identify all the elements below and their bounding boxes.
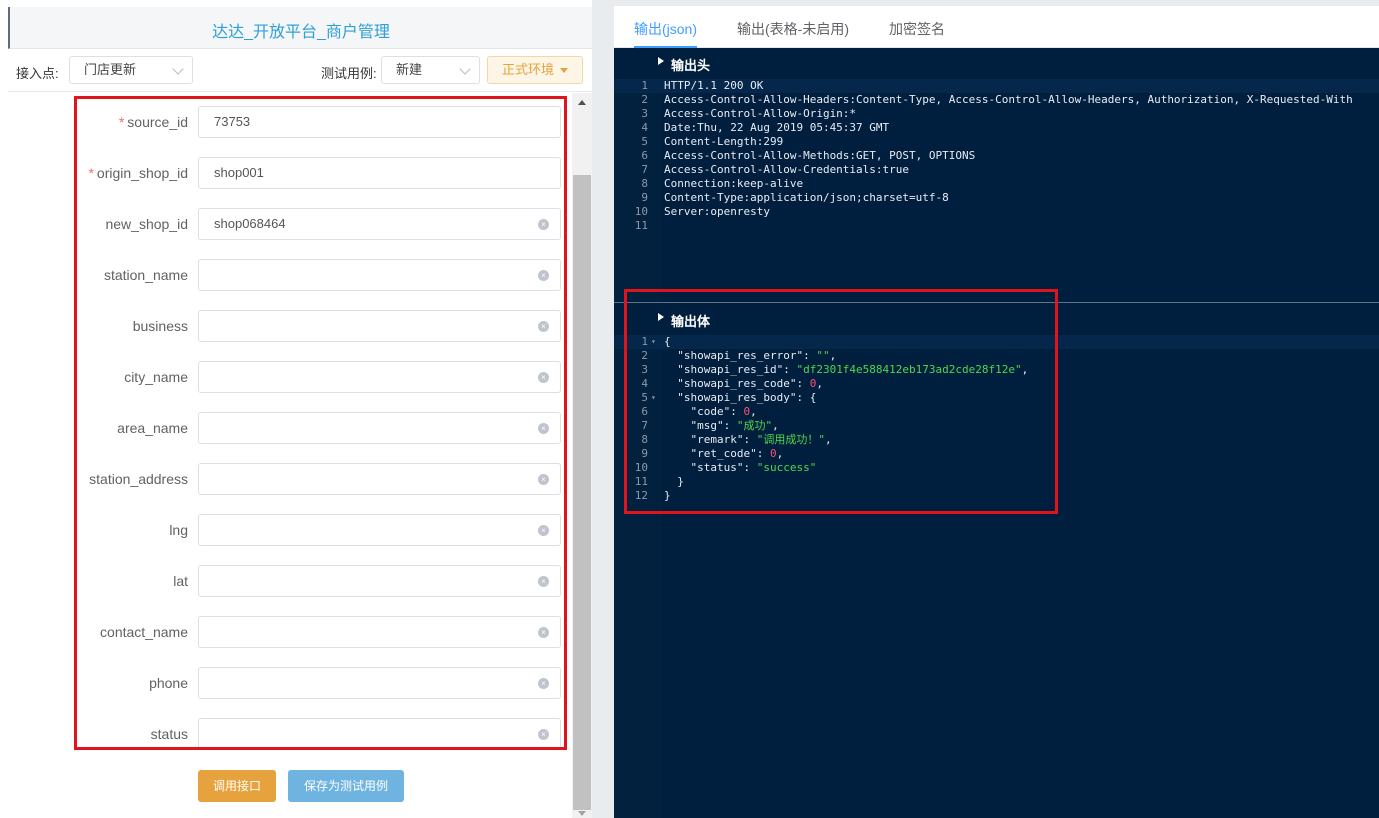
code-line: 3 Access-Control-Allow-Origin:* (614, 107, 1379, 121)
tab-encrypt-sign[interactable]: 加密签名 (889, 19, 945, 39)
left-panel: 达达_开放平台_商户管理 接入点: 门店更新 测试用例: 新建 正式环境 * so… (0, 0, 592, 818)
code-line: 11 (614, 219, 1379, 233)
line-number: 11 (634, 219, 648, 232)
chevron-down-icon (459, 63, 471, 75)
code-text: Connection:keep-alive (664, 177, 804, 190)
access-point-label: 接入点: (16, 66, 59, 81)
test-case-label: 测试用例: (321, 66, 377, 81)
line-number: 3 (641, 107, 648, 120)
code-line: 6 Access-Control-Allow-Methods:GET, POST,… (614, 149, 1379, 163)
highlight-box (624, 289, 1058, 514)
scroll-up-arrow-icon[interactable] (578, 100, 586, 105)
output-tabs: 输出(json) 输出(表格-未启用) 加密签名 (614, 6, 1379, 48)
header-code-editor[interactable]: 1 HTTP/1.1 200 OK 2 Access-Control-Allow-He… (614, 79, 1379, 301)
chevron-down-icon (172, 63, 184, 75)
line-number: 7 (641, 163, 648, 176)
environment-dropdown-button[interactable]: 正式环境 (487, 56, 583, 84)
code-text: Access-Control-Allow-Credentials:true (664, 163, 910, 176)
code-line: 7 Access-Control-Allow-Credentials:true (614, 163, 1379, 177)
header-section-toggle[interactable]: 输出头 (614, 49, 1379, 75)
code-text: Server:openresty (664, 205, 770, 218)
toolbar: 接入点: 门店更新 测试用例: 新建 正式环境 (8, 50, 592, 92)
code-text: Content-Length:299 (664, 135, 784, 148)
page-title: 达达_开放平台_商户管理 (212, 24, 390, 41)
line-number: 6 (641, 149, 648, 162)
code-line: 9 Content-Type:application/json;charset=u… (614, 191, 1379, 205)
code-text: Access-Control-Allow-Methods:GET, POST, … (664, 149, 976, 162)
line-number: 5 (641, 135, 648, 148)
call-api-button[interactable]: 调用接口 (198, 770, 276, 802)
code-line: 1 HTTP/1.1 200 OK (614, 79, 1379, 93)
line-number: 1 (641, 79, 648, 92)
header-section-label: 输出头 (671, 58, 711, 73)
form-scrollbar[interactable] (572, 93, 592, 818)
active-tab-indicator (634, 46, 697, 48)
title-bar: 达达_开放平台_商户管理 (8, 7, 592, 49)
code-text: Access-Control-Allow-Headers:Content-Typ… (664, 93, 1353, 106)
tab-output-json[interactable]: 输出(json) (634, 19, 697, 39)
code-text: Access-Control-Allow-Origin:* (664, 107, 857, 120)
line-number: 9 (641, 191, 648, 204)
code-text: Content-Type:application/json;charset=ut… (664, 191, 949, 204)
code-line: 10 Server:openresty (614, 205, 1379, 219)
scroll-down-arrow-icon[interactable] (578, 811, 586, 816)
line-number: 10 (634, 205, 648, 218)
line-number: 4 (641, 121, 648, 134)
environment-label: 正式环境 (501, 62, 554, 77)
caret-right-icon (658, 57, 664, 65)
test-case-value: 新建 (396, 62, 423, 77)
code-line: 8 Connection:keep-alive (614, 177, 1379, 191)
code-line: 5 Content-Length:299 (614, 135, 1379, 149)
save-test-case-button[interactable]: 保存为测试用例 (288, 770, 404, 802)
highlight-box (74, 96, 567, 750)
code-text: HTTP/1.1 200 OK (664, 79, 764, 92)
caret-down-icon (560, 68, 568, 74)
access-point-select[interactable]: 门店更新 (69, 56, 193, 84)
code-line: 4 Date:Thu, 22 Aug 2019 05:45:37 GMT (614, 121, 1379, 135)
line-number: 8 (641, 177, 648, 190)
scroll-thumb[interactable] (573, 175, 591, 810)
tab-output-table[interactable]: 输出(表格-未启用) (737, 19, 849, 39)
code-text: Date:Thu, 22 Aug 2019 05:45:37 GMT (664, 121, 890, 134)
access-point-value: 门店更新 (84, 62, 137, 77)
code-line: 2 Access-Control-Allow-Headers:Content-Ty… (614, 93, 1379, 107)
test-case-select[interactable]: 新建 (381, 56, 480, 84)
line-number: 2 (641, 93, 648, 106)
